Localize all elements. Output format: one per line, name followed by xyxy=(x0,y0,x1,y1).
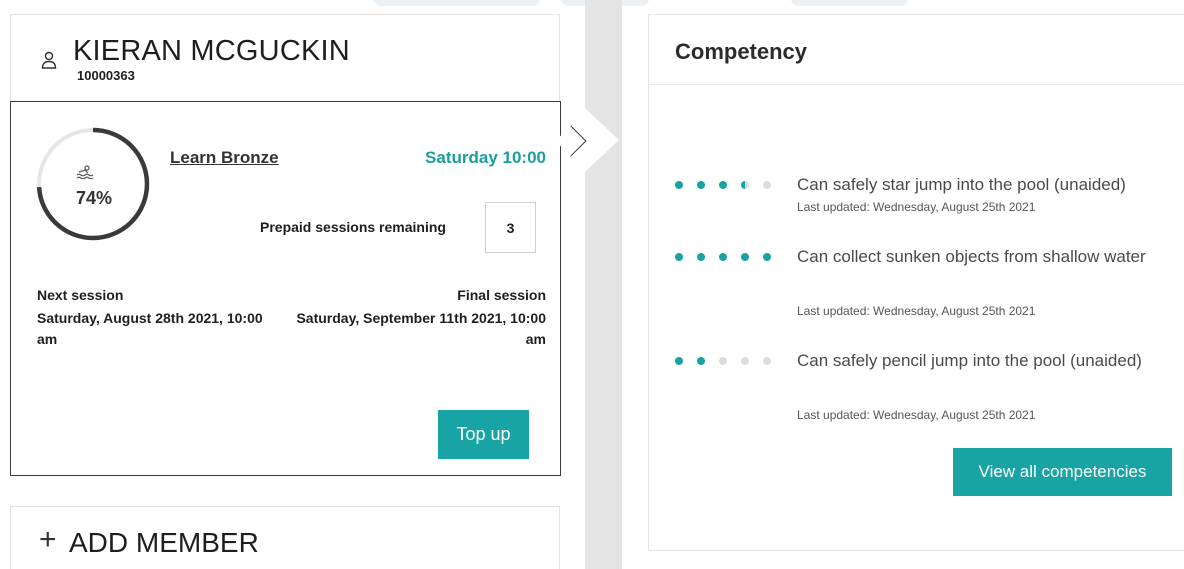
gutter-chevron-icon xyxy=(585,108,619,172)
competency-rating xyxy=(675,357,785,367)
rating-dot xyxy=(675,357,683,365)
add-member-button[interactable]: + ADD MEMBER xyxy=(10,506,560,569)
final-session-value: Saturday, September 11th 2021, 10:00 am xyxy=(296,310,546,347)
swimming-icon xyxy=(76,165,94,182)
view-all-competencies-button[interactable]: View all competencies xyxy=(953,448,1172,496)
competency-text: Can collect sunken objects from shallow … xyxy=(797,247,1146,266)
rating-dot xyxy=(719,181,727,189)
header-shape xyxy=(372,0,542,6)
panel-gutter xyxy=(585,0,622,569)
plus-icon: + xyxy=(39,523,57,556)
rating-dot xyxy=(719,253,727,261)
competency-updated: Last updated: Wednesday, August 25th 202… xyxy=(797,408,1036,422)
course-panel: 74% Learn Bronze Saturday 10:00 Prepaid … xyxy=(10,101,587,476)
rating-dot xyxy=(697,181,705,189)
rating-dot xyxy=(763,357,771,365)
progress-percent: 74% xyxy=(75,188,113,208)
competency-rating xyxy=(675,253,785,263)
member-name: KIERAN MCGUCKIN xyxy=(73,35,350,67)
competency-rating xyxy=(675,181,785,191)
add-member-label: ADD MEMBER xyxy=(69,527,259,558)
rating-dot xyxy=(697,253,705,261)
member-header: KIERAN MCGUCKIN 10000363 xyxy=(11,15,559,101)
rating-dot xyxy=(675,253,683,261)
member-card: KIERAN MCGUCKIN 10000363 74% Learn Bronz… xyxy=(10,14,587,476)
header-shape xyxy=(790,0,910,6)
competency-title: Competency xyxy=(675,39,808,64)
rating-dot xyxy=(675,181,683,189)
rating-dot xyxy=(763,181,771,189)
rating-dot xyxy=(741,253,749,261)
person-icon xyxy=(41,51,57,69)
next-session-value: Saturday, August 28th 2021, 10:00 am xyxy=(37,310,263,347)
competency-card: Competency Can safely star jump into the… xyxy=(648,14,1184,551)
rating-dot xyxy=(719,357,727,365)
rating-dot xyxy=(741,181,749,189)
rating-dot xyxy=(763,253,771,261)
rating-dot xyxy=(697,357,705,365)
competency-text: Can safely star jump into the pool (unai… xyxy=(797,175,1126,194)
competency-updated: Last updated: Wednesday, August 25th 202… xyxy=(797,200,1036,214)
prepaid-sessions-count: 3 xyxy=(485,202,536,253)
competency-header: Competency xyxy=(649,15,1184,85)
progress-ring xyxy=(36,127,150,241)
prepaid-sessions-label: Prepaid sessions remaining xyxy=(260,219,446,235)
course-time: Saturday 10:00 xyxy=(425,148,546,167)
course-name-link[interactable]: Learn Bronze xyxy=(170,148,279,168)
competency-updated: Last updated: Wednesday, August 25th 202… xyxy=(797,304,1036,318)
member-id: 10000363 xyxy=(77,68,135,83)
final-session-label: Final session xyxy=(457,287,546,303)
rating-dot xyxy=(741,357,749,365)
course-pointer xyxy=(555,125,587,157)
top-up-button[interactable]: Top up xyxy=(438,410,529,459)
competency-text: Can safely pencil jump into the pool (un… xyxy=(797,351,1142,370)
next-session-label: Next session xyxy=(37,287,124,303)
